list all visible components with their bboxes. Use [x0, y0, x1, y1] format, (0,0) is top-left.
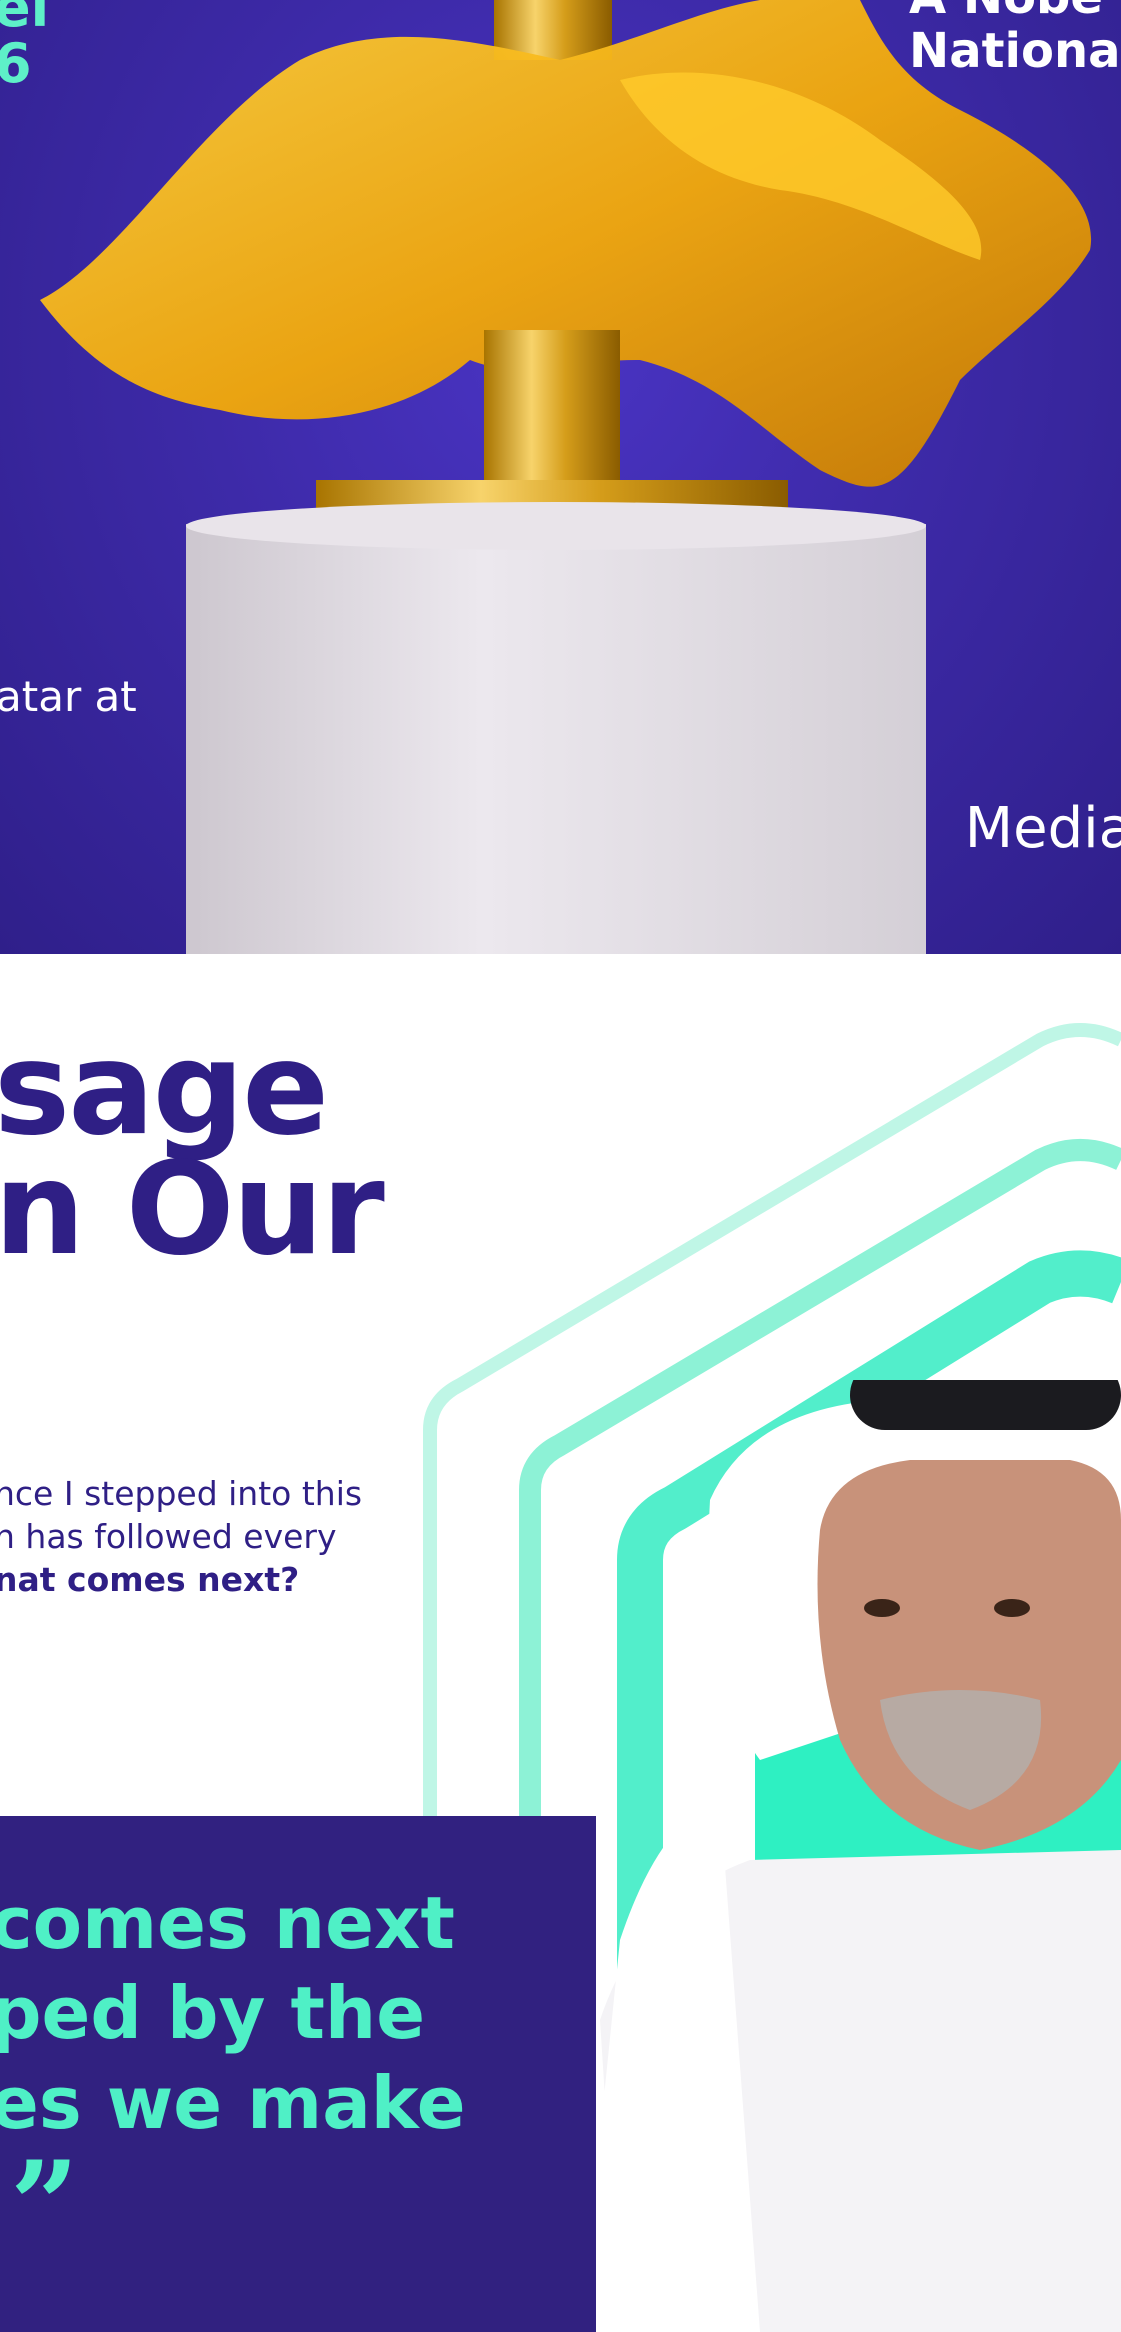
intro-line-1: nce I stepped into this: [0, 1474, 363, 1513]
intro-line-2: n has followed every: [0, 1517, 337, 1556]
closing-quote-icon: ”: [10, 2135, 80, 2276]
hero-left-top-line-2: 6: [0, 32, 32, 95]
hero-banner: el 6 atar at A Nobe National Media: [0, 0, 1121, 954]
hero-right-top-line-2: National: [909, 23, 1121, 79]
trophy-image: [40, 0, 1092, 954]
message-intro: nce I stepped into this n has followed e…: [0, 1472, 394, 1601]
message-headline: sage n Our: [0, 1015, 385, 1284]
quote-box: comes next ped by the es we make ”: [0, 1816, 596, 2332]
hero-left-caption: atar at: [0, 672, 137, 721]
hero-right-caption: Media: [964, 796, 1121, 861]
hero-right-top-text: A Nobe National: [909, 0, 1121, 78]
hero-right-top-line-1: A Nobe: [909, 0, 1121, 24]
hero-left-top-line-1: el: [0, 0, 50, 39]
quote-text: comes next ped by the es we make: [0, 1881, 466, 2145]
executive-portrait: [580, 1380, 1121, 2332]
hero-left-top-text: el 6: [0, 0, 49, 92]
intro-question: nat comes next?: [0, 1560, 300, 1599]
